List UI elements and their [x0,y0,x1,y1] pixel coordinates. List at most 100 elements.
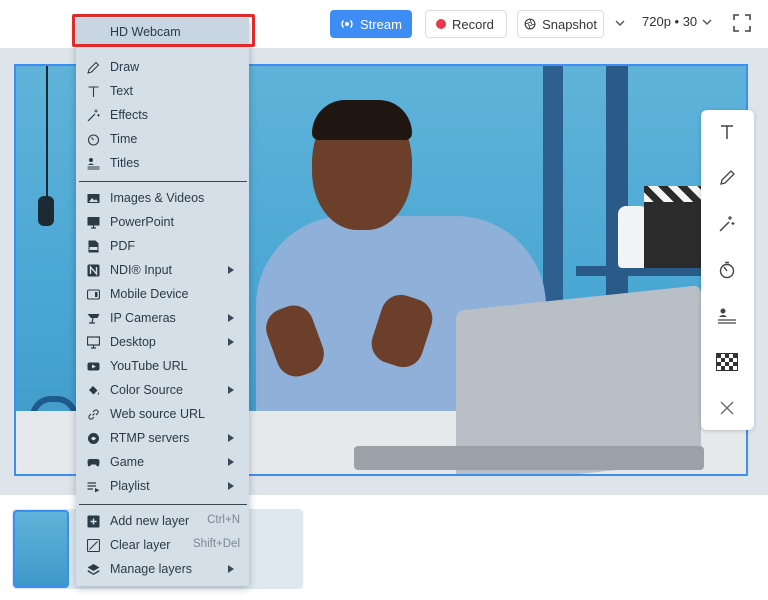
shortcut-label: Ctrl+N [207,514,240,526]
menu-item-label: Text [110,84,133,98]
submenu-arrow-icon [228,314,234,322]
broadcast-icon [341,20,353,28]
fullscreen-icon[interactable] [733,14,751,32]
menu-item-label: Effects [110,108,148,122]
menu-item-label: RTMP servers [110,431,190,445]
link-icon [86,407,100,421]
menu-item-label: Add new layer [110,514,190,528]
clock-icon [86,132,100,146]
mobile-device-icon [86,287,100,301]
snapshot-options-chevron-icon[interactable] [613,16,627,30]
checkerboard-tool-icon[interactable] [715,350,739,374]
menu-item-label: PDF [110,239,135,253]
effects-tool-icon[interactable] [715,212,739,236]
menu-item-powerpoint[interactable]: PowerPoint [76,210,249,234]
menu-item-rtmp-servers[interactable]: RTMP servers [76,426,249,450]
menu-item-images-videos[interactable]: Images & Videos [76,186,249,210]
record-button[interactable]: Record [425,10,507,38]
record-dot-icon [436,19,446,29]
menu-item-ip-cameras[interactable]: IP Cameras [76,306,249,330]
menu-item-label: Mobile Device [110,287,189,301]
mic-cable [46,66,48,206]
clear-layer-icon [86,538,100,552]
menu-separator [79,504,247,505]
menu-item-mobile-device[interactable]: Mobile Device [76,282,249,306]
menu-item-label: Color Source [110,383,183,397]
menu-item-label: Web source URL [110,407,205,421]
submenu-arrow-icon [228,386,234,394]
clapperboard-top [644,186,704,202]
menu-item-label: Draw [110,60,140,74]
menu-item-youtube-url[interactable]: YouTube URL [76,354,249,378]
resolution-label: 720p • 30 [642,14,698,29]
record-label: Record [452,16,494,32]
menu-item-label: Images & Videos [110,191,205,205]
menu-item-label: Clear layer [110,538,171,552]
desktop-icon [86,335,100,349]
menu-item-web-source-url[interactable]: Web source URL [76,402,249,426]
menu-item-label: Playlist [110,479,150,493]
menu-item-label: Time [110,132,138,146]
menu-item-desktop[interactable]: Desktop [76,330,249,354]
magic-wand-icon [86,108,100,122]
menu-item-label: Titles [110,156,140,170]
paint-bucket-icon [86,383,100,397]
menu-item-label: YouTube URL [110,359,188,373]
submenu-arrow-icon [228,338,234,346]
submenu-arrow-icon [228,482,234,490]
menu-item-ndi-input[interactable]: NDI® Input [76,258,249,282]
menu-item-draw[interactable]: Draw [76,55,249,79]
text-icon [86,84,100,98]
powerpoint-icon [86,215,100,229]
ndi-icon [86,263,100,277]
menu-item-label: Desktop [110,335,156,349]
titles-tool-icon[interactable] [715,304,739,328]
menu-item-label: Game [110,455,145,469]
menu-item-label: Manage layers [110,562,192,576]
stream-button[interactable]: Stream [330,10,412,38]
menu-item-playlist[interactable]: Playlist [76,474,249,498]
menu-item-label: PowerPoint [110,215,174,229]
snapshot-label: Snapshot [542,16,597,32]
menu-item-color-source[interactable]: Color Source [76,378,249,402]
rtmp-icon [86,431,100,445]
menu-item-manage-layers[interactable]: Manage layers [76,557,249,581]
pencil-tool-icon[interactable] [715,166,739,190]
gamepad-icon [86,455,100,469]
menu-item-text[interactable]: Text [76,79,249,103]
youtube-icon [86,359,100,373]
menu-item-add-new-layer[interactable]: Add new layer Ctrl+N [76,509,249,533]
chevron-down-icon [702,19,712,25]
snapshot-button[interactable]: Snapshot [517,10,604,38]
playlist-icon [86,479,100,493]
menu-separator [79,181,247,182]
aperture-icon [524,18,536,30]
timer-tool-icon[interactable] [715,258,739,282]
text-tool-icon[interactable] [715,120,739,144]
close-icon[interactable] [715,396,739,420]
highlight-box [72,14,255,47]
menu-item-clear-layer[interactable]: Clear layer Shift+Del [76,533,249,557]
pdf-icon [86,239,100,253]
add-layer-icon [86,514,100,528]
submenu-arrow-icon [228,565,234,573]
menu-item-pdf[interactable]: PDF [76,234,249,258]
microphone [38,196,54,226]
layer-thumbnail[interactable] [13,510,69,588]
menu-item-label: NDI® Input [110,263,173,277]
menu-item-label: IP Cameras [110,311,176,325]
stream-label: Stream [360,16,402,32]
laptop-base [354,446,704,470]
shelf-post [543,66,563,306]
layers-icon [86,562,100,576]
right-toolbar [701,110,754,430]
submenu-arrow-icon [228,266,234,274]
pencil-icon [86,60,100,74]
resolution-selector[interactable]: 720p • 30 [642,14,713,29]
menu-item-titles[interactable]: Titles [76,151,249,175]
submenu-arrow-icon [228,434,234,442]
menu-item-effects[interactable]: Effects [76,103,249,127]
menu-item-game[interactable]: Game [76,450,249,474]
menu-item-time[interactable]: Time [76,127,249,151]
titles-icon [86,156,100,170]
